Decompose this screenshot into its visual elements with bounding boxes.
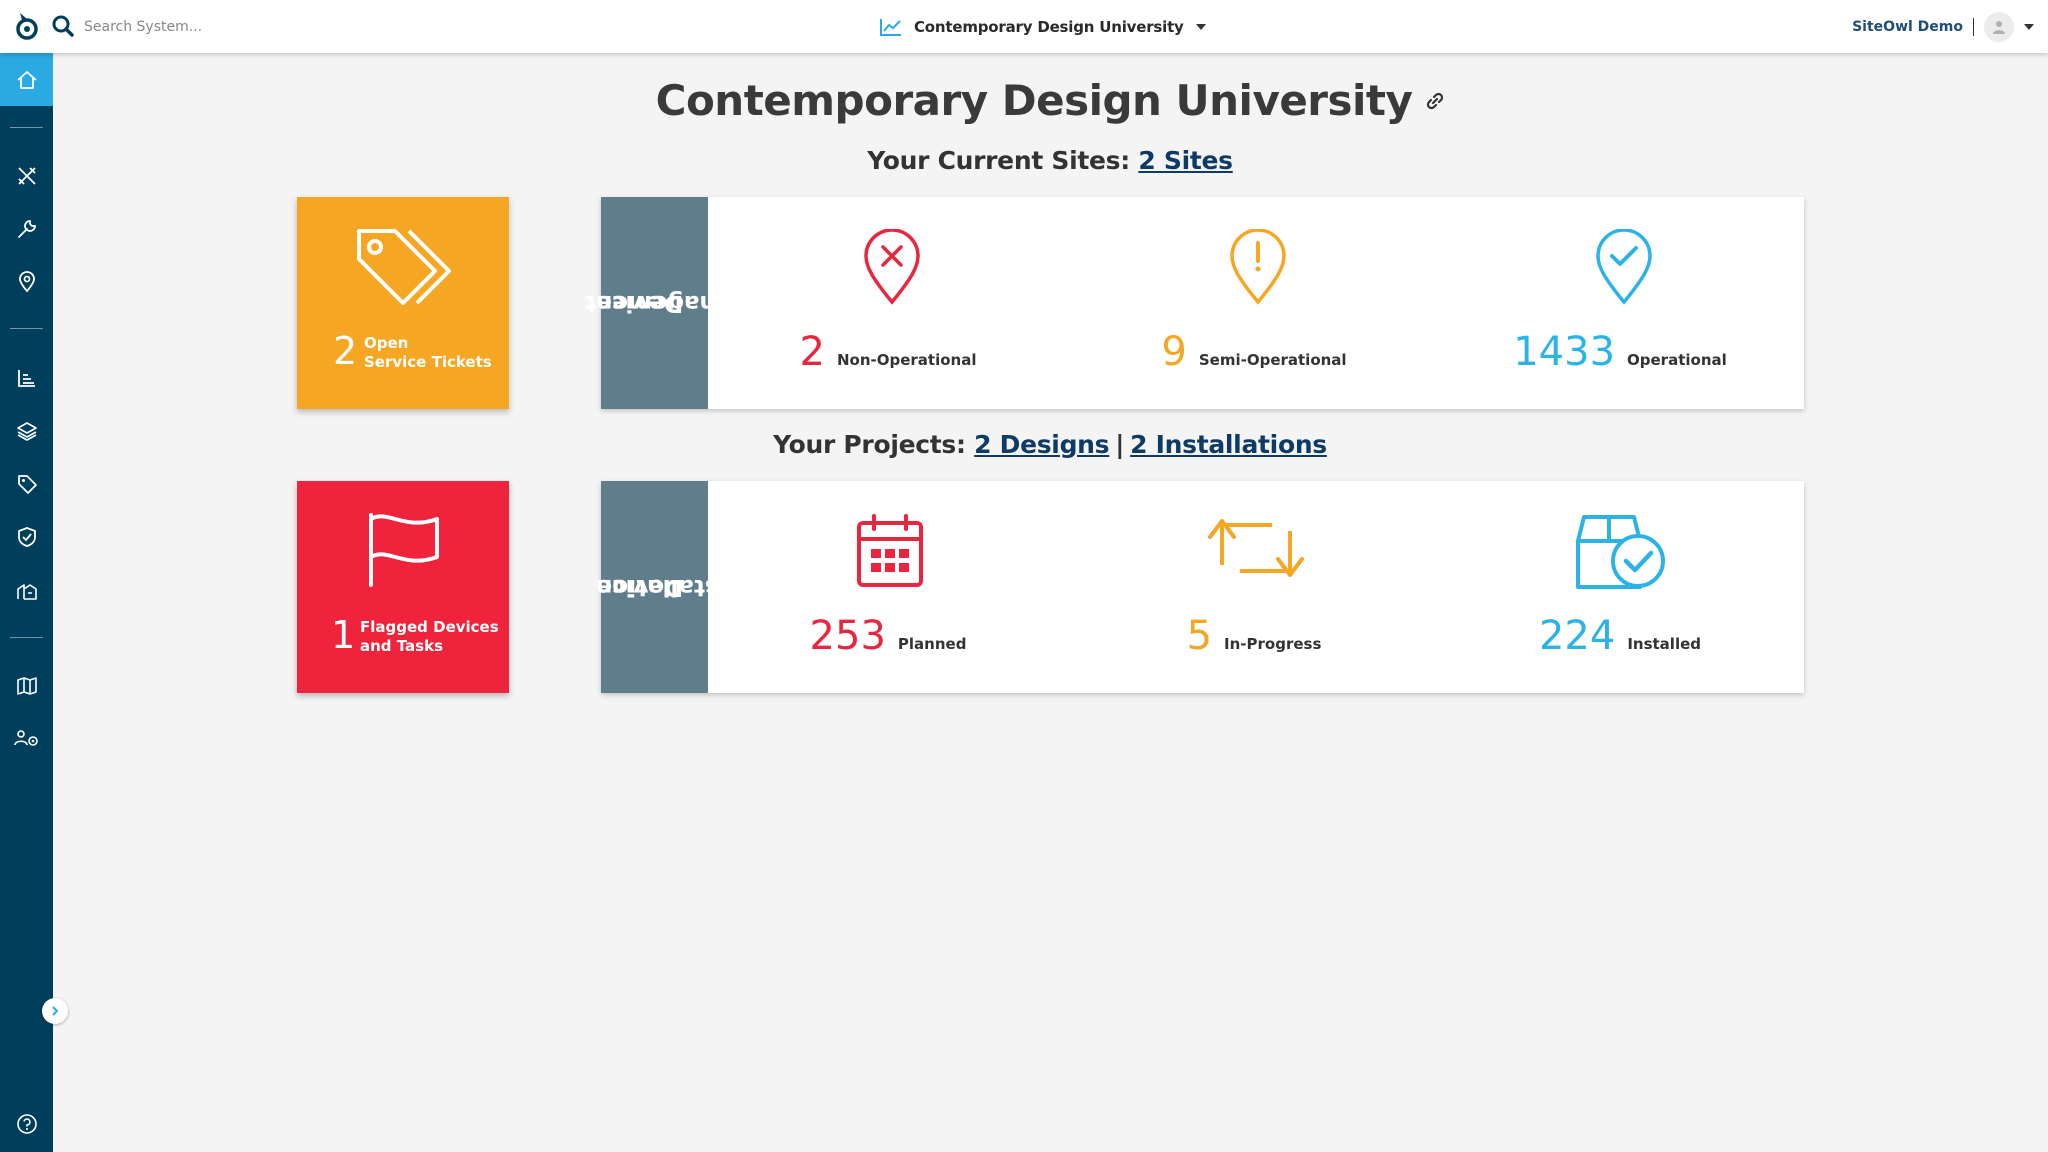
sidebar-divider (10, 127, 43, 128)
installed-label: Installed (1627, 635, 1702, 653)
location-pin-icon (18, 270, 35, 292)
semi-operational-label: Semi-Operational (1198, 351, 1347, 369)
flagged-label-line2: and Tasks (360, 637, 444, 655)
box-check-icon (1576, 515, 1665, 589)
help-icon (16, 1113, 37, 1134)
sidebar (0, 53, 53, 1152)
wrench-icon (17, 219, 36, 238)
non-operational-stat[interactable]: 2 Non-Operational (718, 197, 1058, 409)
chevron-right-icon (52, 1006, 59, 1016)
sidebar-item-team[interactable] (0, 712, 53, 765)
installed-count: 224 (1538, 613, 1616, 659)
page-title: Contemporary Design University (0, 76, 2048, 125)
device-management-header: Device Management (585, 197, 754, 409)
chevron-down-icon (1195, 24, 1206, 30)
sidebar-expand-button[interactable] (42, 998, 68, 1024)
installed-stat[interactable]: 224 Installed (1450, 481, 1790, 693)
sidebar-divider (10, 328, 43, 329)
sidebar-divider (10, 637, 43, 638)
user-separator (1973, 18, 1974, 36)
avatar[interactable] (1984, 12, 2014, 42)
in-progress-count: 5 (1186, 613, 1213, 659)
planned-count: 253 (809, 613, 886, 659)
sidebar-item-security[interactable] (0, 510, 53, 563)
sidebar-item-help[interactable] (0, 1097, 53, 1150)
planned-label: Planned (897, 635, 967, 653)
sidebar-item-service[interactable] (0, 202, 53, 255)
organization-name: Contemporary Design University (914, 18, 1184, 36)
operational-line: 1433 Operational (1450, 329, 1790, 375)
semi-operational-line: 9 Semi-Operational (1084, 329, 1424, 375)
device-installation-panel: Device Installation 253 Planned 5 In-Pro… (596, 481, 1804, 693)
tag-icon (17, 474, 37, 494)
user-menu[interactable]: SiteOwl Demo (1852, 10, 2048, 44)
inventory-icon (16, 583, 37, 600)
non-operational-count: 2 (799, 329, 825, 375)
team-settings-icon (13, 729, 38, 746)
page-title-text: Contemporary Design University (655, 76, 1413, 125)
siteowl-logo-icon[interactable] (14, 12, 40, 40)
installed-line: 224 Installed (1450, 613, 1790, 659)
shield-check-icon (17, 526, 36, 547)
chart-line-icon (880, 19, 901, 36)
organization-switcher[interactable]: Contemporary Design University (880, 14, 1206, 40)
projects-prefix: Your Projects: (773, 430, 966, 459)
projects-line: Your Projects: 2 Designs | 2 Installations (0, 430, 2048, 459)
link-icon[interactable] (1426, 92, 1444, 110)
planned-line: 253 Planned (718, 613, 1058, 659)
tickets-label-line1: Open (364, 334, 409, 352)
pin-check-icon (1596, 229, 1652, 305)
calendar-icon (857, 514, 923, 587)
tickets-count: 2 (333, 329, 358, 373)
operational-count: 1433 (1513, 329, 1616, 375)
sidebar-item-reports[interactable] (0, 351, 53, 404)
device-management-panel: Device Management 2 Non-Operational 9 Se… (585, 197, 1804, 409)
top-header: Contemporary Design University SiteOwl D… (0, 0, 2048, 53)
flagged-label-line1: Flagged Devices (360, 618, 499, 636)
sites-link[interactable]: 2 Sites (1138, 146, 1233, 175)
flagged-devices-tile[interactable]: 1 Flagged Devices and Tasks (297, 481, 509, 693)
semi-operational-stat[interactable]: 9 Semi-Operational (1084, 197, 1424, 409)
sidebar-item-map[interactable] (0, 659, 53, 712)
search-icon[interactable] (52, 15, 74, 37)
operational-stat[interactable]: 1433 Operational (1450, 197, 1790, 409)
search-input[interactable] (84, 14, 344, 40)
user-chevron-down-icon[interactable] (2024, 24, 2034, 30)
in-progress-label: In-Progress (1224, 635, 1322, 653)
pin-x-icon (864, 229, 920, 305)
retweet-arrows-icon (1208, 519, 1304, 577)
sidebar-item-tickets[interactable] (0, 457, 53, 510)
user-name[interactable]: SiteOwl Demo (1852, 19, 1963, 35)
planned-stat[interactable]: 253 Planned (718, 481, 1058, 693)
sites-prefix: Your Current Sites: (867, 146, 1130, 175)
non-operational-label: Non-Operational (836, 351, 977, 369)
user-icon (1993, 21, 2005, 34)
open-service-tickets-tile[interactable]: 2 Open Service Tickets (297, 197, 509, 409)
projects-pipe: | (1115, 430, 1125, 459)
device-installation-header: Device Installation (596, 481, 743, 693)
current-sites-line: Your Current Sites: 2 Sites (0, 146, 2048, 175)
map-icon (16, 676, 37, 695)
in-progress-stat[interactable]: 5 In-Progress (1084, 481, 1424, 693)
semi-operational-count: 9 (1161, 329, 1187, 375)
operational-label: Operational (1627, 351, 1727, 369)
flagged-count: 1 (331, 613, 356, 657)
installations-link[interactable]: 2 Installations (1130, 430, 1327, 459)
pin-exclamation-icon (1230, 229, 1286, 305)
flag-icon (369, 513, 439, 587)
designs-link[interactable]: 2 Designs (974, 430, 1109, 459)
in-progress-line: 5 In-Progress (1084, 613, 1424, 659)
tickets-label-line2: Service Tickets (364, 353, 492, 371)
sidebar-item-inventory[interactable] (0, 563, 53, 616)
non-operational-line: 2 Non-Operational (718, 329, 1058, 375)
sidebar-item-sites[interactable] (0, 255, 53, 308)
tags-icon (357, 229, 451, 305)
reports-icon (17, 369, 35, 387)
